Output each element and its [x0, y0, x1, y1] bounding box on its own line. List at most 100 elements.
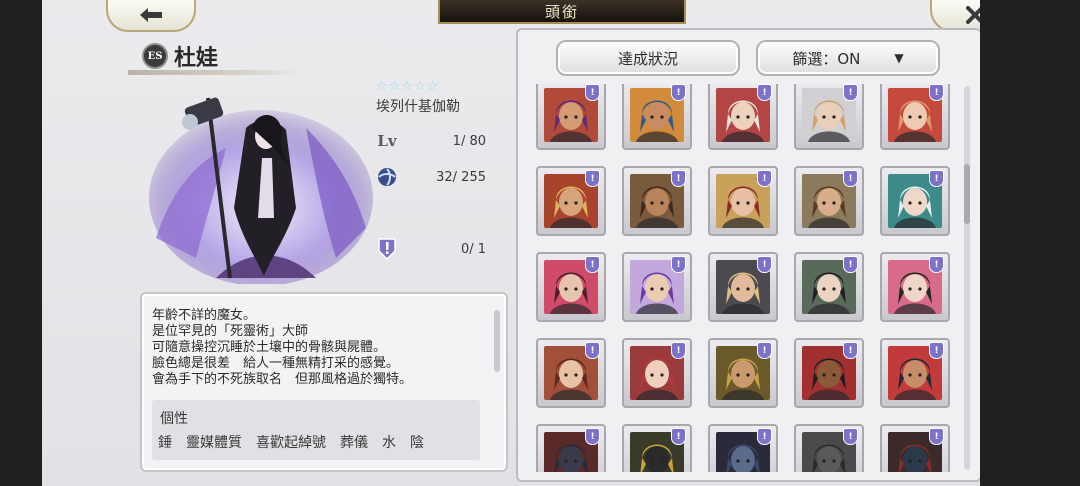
star-icon: ☆ — [401, 79, 413, 94]
exclamation-badge-icon: ! — [585, 256, 600, 273]
description-text: 年齡不詳的魔女。 是位罕見的「死靈術」大師 可隨意操控沉睡於土壤中的骨骸與屍體。… — [152, 308, 412, 388]
title-tile[interactable]: ! — [794, 424, 864, 472]
rarity-badge: ES — [142, 43, 168, 69]
description-scrollbar[interactable] — [494, 310, 500, 372]
star-icon: ☆ — [413, 79, 426, 94]
screen-bezel-right — [980, 0, 1080, 486]
sphere-value: 32/ 255 — [436, 169, 486, 185]
exclamation-badge-icon: ! — [671, 428, 686, 445]
exclamation-badge-icon: ! — [757, 170, 772, 187]
traits-title: 個性 — [160, 411, 188, 427]
trait-tag: 靈媒體質 — [186, 435, 242, 451]
title-tile[interactable]: ! — [880, 84, 950, 150]
title-tile[interactable]: ! — [708, 84, 778, 150]
exclamation-badge-icon: ! — [585, 84, 600, 101]
title-grid-viewport[interactable]: !!!!!!!!!!!!!!!!!!!!!!!!! — [524, 84, 956, 472]
title-tile[interactable]: ! — [622, 84, 692, 150]
character-name: 杜娃 — [174, 45, 219, 71]
trait-tag: 錘 — [158, 435, 172, 451]
left-arrow-icon — [140, 8, 162, 22]
trait-tag: 葬儀 — [340, 435, 368, 451]
trait-tag: 喜歡起綽號 — [256, 435, 326, 451]
character-title: 埃列什基伽勒 — [376, 99, 460, 115]
name-underline — [128, 70, 300, 75]
exclamation-badge-icon: ! — [757, 428, 772, 445]
title-tile[interactable]: ! — [622, 424, 692, 472]
title-tile[interactable]: ! — [708, 252, 778, 322]
exclamation-badge-icon: ! — [671, 170, 686, 187]
title-tile[interactable]: ! — [880, 252, 950, 322]
title-grid-panel: 達成狀況 篩選：ON ▼ !!!!!!!!!!!!!!!!!!!!!!!!! — [516, 28, 980, 482]
exclamation-badge-icon: ! — [929, 84, 944, 101]
description-line: 臉色總是很差 給人一種無精打采的感覺。 — [152, 356, 400, 371]
screen-bezel-left — [0, 0, 42, 486]
title-tile[interactable]: ! — [536, 84, 606, 150]
screen-title: 頭銜 — [438, 0, 686, 24]
exclamation-badge-icon: ! — [843, 84, 858, 101]
description-panel[interactable]: 年齡不詳的魔女。 是位罕見的「死靈術」大師 可隨意操控沉睡於土壤中的骨骸與屍體。… — [140, 292, 508, 472]
title-tile[interactable]: ! — [880, 338, 950, 408]
caret-down-icon: ▼ — [894, 51, 904, 65]
title-tile[interactable]: ! — [622, 166, 692, 236]
exclamation-badge-icon: ! — [585, 170, 600, 187]
title-tile[interactable]: ! — [708, 166, 778, 236]
trait-tag: 水 — [382, 435, 396, 451]
exclamation-badge-icon: ! — [843, 256, 858, 273]
exclamation-badge-icon: ! — [585, 342, 600, 359]
close-icon — [966, 6, 980, 24]
title-tile[interactable]: ! — [622, 338, 692, 408]
star-icon: ☆ — [388, 79, 401, 94]
exclamation-badge-icon: ! — [671, 342, 686, 359]
level-value: 1/ 80 — [452, 133, 486, 149]
character-name-row: ES 杜娃 — [142, 40, 218, 72]
exclamation-badge-icon: ! — [671, 84, 686, 101]
exclamation-badge-icon — [376, 238, 398, 261]
title-tile[interactable]: ! — [794, 84, 864, 150]
title-tile[interactable]: ! — [880, 424, 950, 472]
description-line: 會為手下的不死族取名 但那風格過於獨特。 — [152, 372, 413, 387]
exclamation-badge-icon: ! — [929, 170, 944, 187]
title-tile[interactable]: ! — [794, 166, 864, 236]
description-line: 年齡不詳的魔女。 — [152, 308, 257, 323]
title-tile[interactable]: ! — [536, 338, 606, 408]
exclamation-badge-icon: ! — [757, 84, 772, 101]
exclamation-badge-icon: ! — [929, 342, 944, 359]
title-tile[interactable]: ! — [536, 166, 606, 236]
star-icon: ☆ — [426, 79, 439, 94]
filter-button[interactable]: 篩選：ON ▼ — [756, 40, 940, 76]
description-line: 是位罕見的「死靈術」大師 — [152, 324, 309, 339]
title-tile[interactable]: ! — [794, 338, 864, 408]
exclamation-badge-icon: ! — [843, 428, 858, 445]
special-stat: 0/ 1 — [376, 238, 486, 261]
titles-screen: 頭銜 ES 杜娃 ☆ ☆ ☆ ☆ ☆ 埃列什基伽勒 Lv 1/ 80 32/ 2… — [42, 0, 980, 486]
exclamation-badge-icon: ! — [757, 256, 772, 273]
star-icon: ☆ — [376, 79, 388, 94]
title-tile[interactable]: ! — [536, 424, 606, 472]
title-tile[interactable]: ! — [880, 166, 950, 236]
description-line: 可隨意操控沉睡於土壤中的骨骸與屍體。 — [152, 340, 387, 355]
level-stat: Lv 1/ 80 — [376, 130, 486, 152]
grid-scrollbar-thumb[interactable] — [964, 164, 970, 224]
title-tile[interactable]: ! — [708, 338, 778, 408]
exclamation-badge-icon: ! — [671, 256, 686, 273]
traits-list: 錘 靈媒體質 喜歡起綽號 葬儀 水 陰 — [158, 432, 424, 452]
achievement-status-button[interactable]: 達成狀況 — [556, 40, 740, 76]
trait-tag: 陰 — [410, 435, 424, 451]
special-value: 0/ 1 — [460, 241, 486, 257]
grid-scrollbar[interactable] — [964, 86, 970, 470]
title-tile[interactable]: ! — [794, 252, 864, 322]
exclamation-badge-icon: ! — [757, 342, 772, 359]
title-tile[interactable]: ! — [708, 424, 778, 472]
sphere-stat: 32/ 255 — [376, 166, 486, 188]
title-tile[interactable]: ! — [622, 252, 692, 322]
sphere-icon — [376, 166, 398, 188]
back-button[interactable] — [106, 0, 196, 32]
exclamation-badge-icon: ! — [843, 342, 858, 359]
exclamation-badge-icon: ! — [843, 170, 858, 187]
star-rating: ☆ ☆ ☆ ☆ ☆ — [376, 80, 438, 93]
exclamation-badge-icon: ! — [929, 256, 944, 273]
exclamation-badge-icon: ! — [585, 428, 600, 445]
title-tile[interactable]: ! — [536, 252, 606, 322]
exclamation-badge-icon: ! — [929, 428, 944, 445]
character-portrait — [149, 97, 373, 284]
